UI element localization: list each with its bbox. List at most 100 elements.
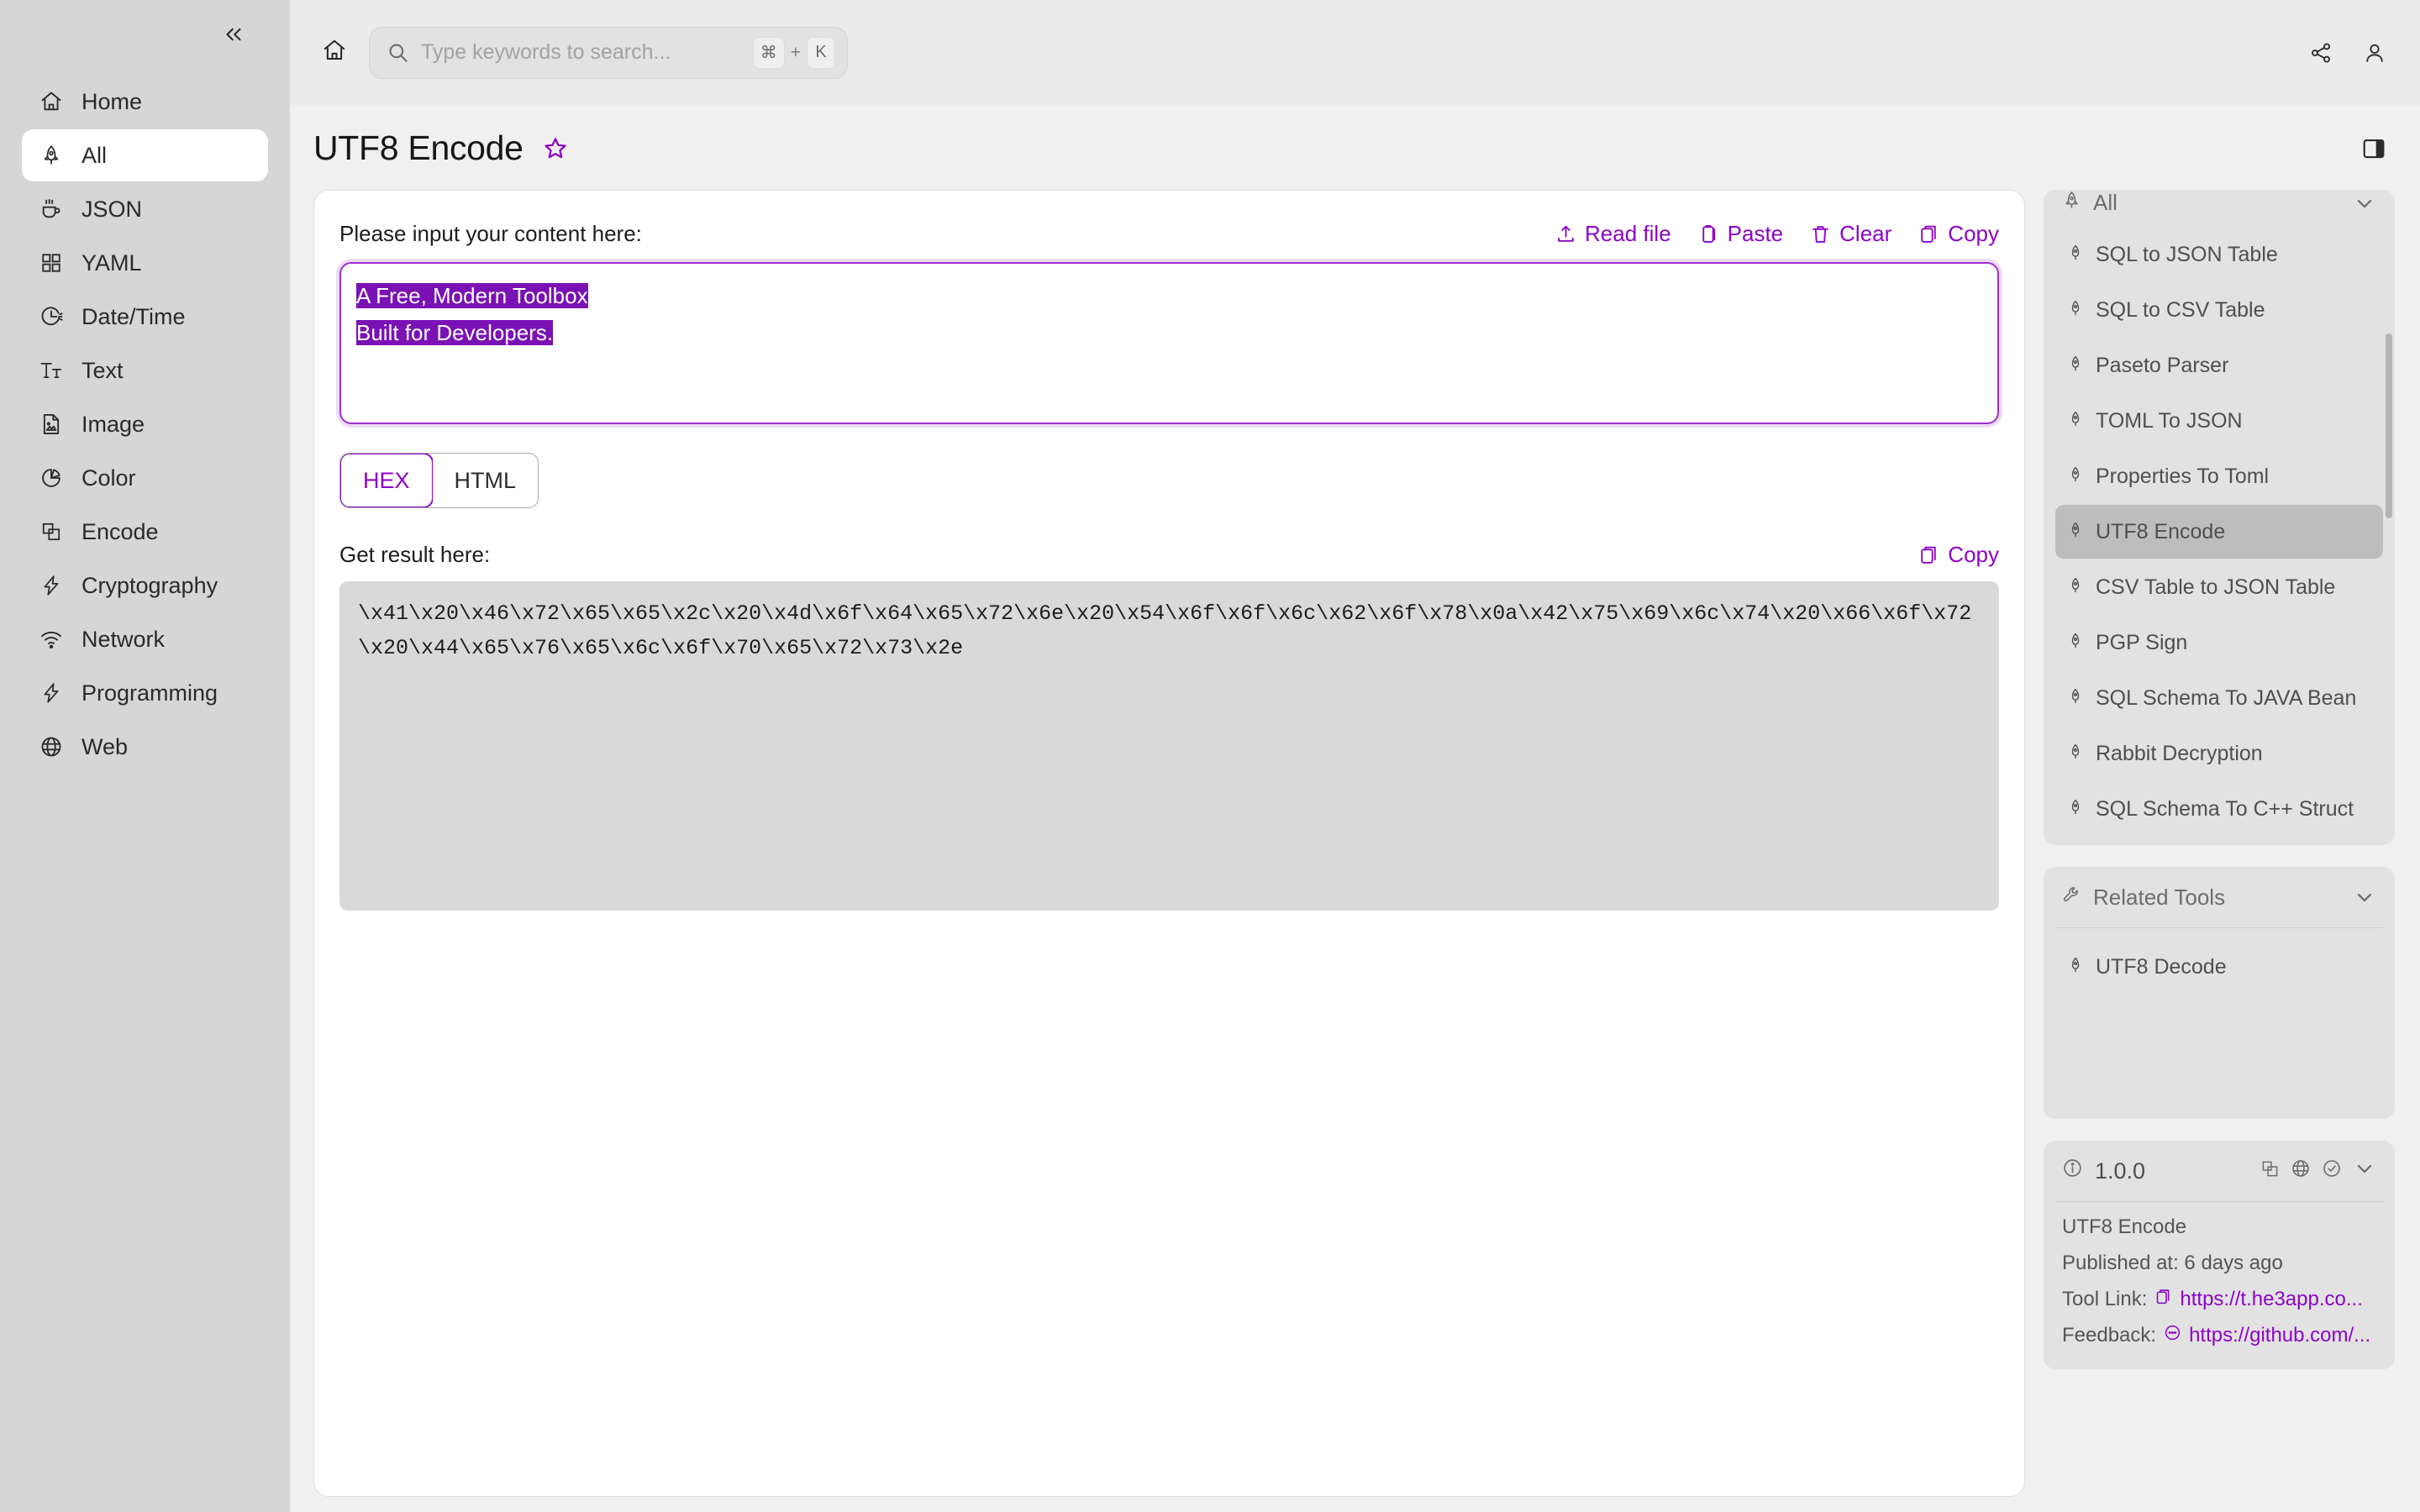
sidebar-item-yaml[interactable]: YAML — [22, 237, 268, 289]
text-icon — [39, 358, 64, 383]
side-panel-icon[interactable] — [2361, 136, 2386, 161]
globe-icon[interactable] — [2291, 1158, 2311, 1184]
tools-list: SQL to JSON Table SQL to CSV Table Paset… — [2044, 216, 2395, 845]
tool-item-paseto-parser[interactable]: Paseto Parser — [2055, 339, 2383, 392]
related-tools-header[interactable]: Related Tools — [2044, 867, 2395, 927]
copy-input-label: Copy — [1948, 221, 1999, 246]
tool-item-csv-table-to-json-table[interactable]: CSV Table to JSON Table — [2055, 560, 2383, 614]
tool-item-rabbit-decryption[interactable]: Rabbit Decryption — [2055, 727, 2383, 780]
rocket-icon — [39, 143, 64, 168]
clear-button[interactable]: Clear — [1810, 221, 1891, 247]
copy-result-label: Copy — [1948, 542, 1999, 567]
info-tool-link-label: Tool Link: — [2062, 1288, 2148, 1310]
sidebar-item-network[interactable]: Network — [22, 613, 268, 665]
sidebar-collapse-button[interactable] — [214, 17, 253, 55]
top-bar: ⌘ + K — [290, 0, 2420, 105]
result-textarea[interactable]: \x41\x20\x46\x72\x65\x65\x2c\x20\x4d\x6f… — [339, 581, 1999, 911]
rocket-icon — [2067, 409, 2084, 433]
tool-item-label: UTF8 Encode — [2096, 519, 2226, 543]
star-icon[interactable] — [542, 135, 569, 162]
feedback-link[interactable]: https://github.com/... — [2164, 1324, 2370, 1347]
copy-icon — [1918, 544, 1939, 565]
version-info-panel: 1.0.0 UTF8 Encode Published at: 6 days a… — [2044, 1141, 2395, 1369]
copy-input-button[interactable]: Copy — [1918, 221, 1999, 247]
home-icon — [39, 89, 64, 114]
format-tabs: HEX HTML — [339, 453, 539, 508]
sidebar-item-image[interactable]: Image — [22, 398, 268, 450]
tool-item-properties-to-toml[interactable]: Properties To Toml — [2055, 449, 2383, 503]
sidebar-item-web[interactable]: Web — [22, 721, 268, 773]
sidebar-item-color[interactable]: Color — [22, 452, 268, 504]
read-file-button[interactable]: Read file — [1555, 221, 1671, 247]
search-icon — [387, 41, 409, 64]
sidebar-item-label: Programming — [82, 680, 218, 706]
layers-icon[interactable] — [2260, 1158, 2280, 1184]
right-panel: All SQL to JSON Table SQL to CSV Table P… — [2044, 190, 2420, 1487]
tool-item-sql-schema-to-java-bean[interactable]: SQL Schema To JAVA Bean — [2055, 671, 2383, 725]
check-circle-icon[interactable] — [2322, 1158, 2342, 1184]
sidebar-item-home[interactable]: Home — [22, 76, 268, 128]
tool-item-toml-to-json[interactable]: TOML To JSON — [2055, 394, 2383, 448]
top-bar-actions — [2309, 41, 2386, 65]
sidebar-item-label: YAML — [82, 249, 142, 276]
sidebar-item-all[interactable]: All — [22, 129, 268, 181]
tab-hex[interactable]: HEX — [340, 454, 434, 507]
input-line-1-wrap: A Free, Modern Toolbox — [356, 277, 1982, 314]
rocket-icon — [2067, 955, 2084, 979]
related-tool-item-utf8-decode[interactable]: UTF8 Decode — [2055, 940, 2383, 994]
input-actions: Read file Paste Clear Copy — [1555, 221, 1999, 247]
copy-result-button[interactable]: Copy — [1918, 542, 1999, 568]
tool-link[interactable]: https://t.he3app.co... — [2154, 1288, 2363, 1311]
chevron-down-icon[interactable] — [2353, 192, 2376, 215]
tool-item-pgp-sign[interactable]: PGP Sign — [2055, 616, 2383, 669]
rocket-icon — [2067, 575, 2084, 600]
tools-list-scrollbar[interactable] — [2386, 333, 2392, 518]
user-icon[interactable] — [2363, 41, 2386, 65]
sidebar-item-label: Color — [82, 465, 136, 491]
home-icon — [322, 38, 347, 67]
tools-panel-header[interactable]: All — [2044, 190, 2395, 216]
sidebar-item-text[interactable]: Text — [22, 344, 268, 396]
input-textarea[interactable]: A Free, Modern Toolbox Built for Develop… — [339, 262, 1999, 424]
sidebar-item-label: Text — [82, 357, 124, 383]
tab-html[interactable]: HTML — [432, 454, 539, 507]
copy-icon — [2154, 1288, 2172, 1311]
sidebar-item-cryptography[interactable]: Cryptography — [22, 559, 268, 612]
sidebar-item-encode[interactable]: Encode — [22, 506, 268, 558]
related-tools-list: UTF8 Decode — [2044, 928, 2395, 1009]
tool-item-label: SQL Schema To C++ Struct — [2096, 796, 2354, 821]
sidebar-nav: Home All JSON YAML Date/Time Text Image … — [0, 76, 290, 773]
search-shortcut-plus: + — [790, 42, 801, 62]
tool-item-sql-to-json-table[interactable]: SQL to JSON Table — [2055, 228, 2383, 281]
version-header-icons — [2260, 1157, 2376, 1186]
tool-item-utf8-encode[interactable]: UTF8 Encode — [2055, 505, 2383, 559]
sidebar-item-json[interactable]: JSON — [22, 183, 268, 235]
rocket-icon — [2067, 742, 2084, 766]
feedback-link-text: https://github.com/... — [2189, 1324, 2371, 1347]
input-line-1: A Free, Modern Toolbox — [356, 283, 588, 308]
chevron-down-icon[interactable] — [2353, 885, 2376, 909]
sidebar-item-label: JSON — [82, 196, 143, 222]
related-tools-title: Related Tools — [2093, 884, 2226, 910]
paste-button[interactable]: Paste — [1698, 221, 1783, 247]
cup-icon — [39, 197, 64, 222]
sidebar-item-programming[interactable]: Programming — [22, 667, 268, 719]
info-tool-link-row: Tool Link: https://t.he3app.co... — [2062, 1288, 2376, 1311]
home-button[interactable] — [312, 30, 357, 76]
input-line-2-wrap: Built for Developers. — [356, 314, 1982, 351]
share-icon[interactable] — [2309, 41, 2333, 65]
search-bar[interactable]: ⌘ + K — [369, 26, 848, 79]
tool-item-sql-to-csv-table[interactable]: SQL to CSV Table — [2055, 283, 2383, 337]
sidebar-item-datetime[interactable]: Date/Time — [22, 291, 268, 343]
rocket-icon — [2067, 631, 2084, 655]
search-shortcut-cmd: ⌘ — [752, 36, 785, 69]
tool-link-text: https://t.he3app.co... — [2180, 1288, 2363, 1310]
wifi-icon — [39, 627, 64, 652]
related-tool-item-label: UTF8 Decode — [2096, 954, 2227, 979]
globe-icon — [39, 734, 64, 759]
tool-item-sql-schema-to-cpp-struct[interactable]: SQL Schema To C++ Struct — [2055, 782, 2383, 836]
search-input[interactable] — [421, 40, 753, 65]
chevron-down-icon[interactable] — [2353, 1157, 2376, 1186]
sidebar-item-label: Encode — [82, 518, 159, 544]
chevrons-left-icon — [221, 22, 246, 51]
